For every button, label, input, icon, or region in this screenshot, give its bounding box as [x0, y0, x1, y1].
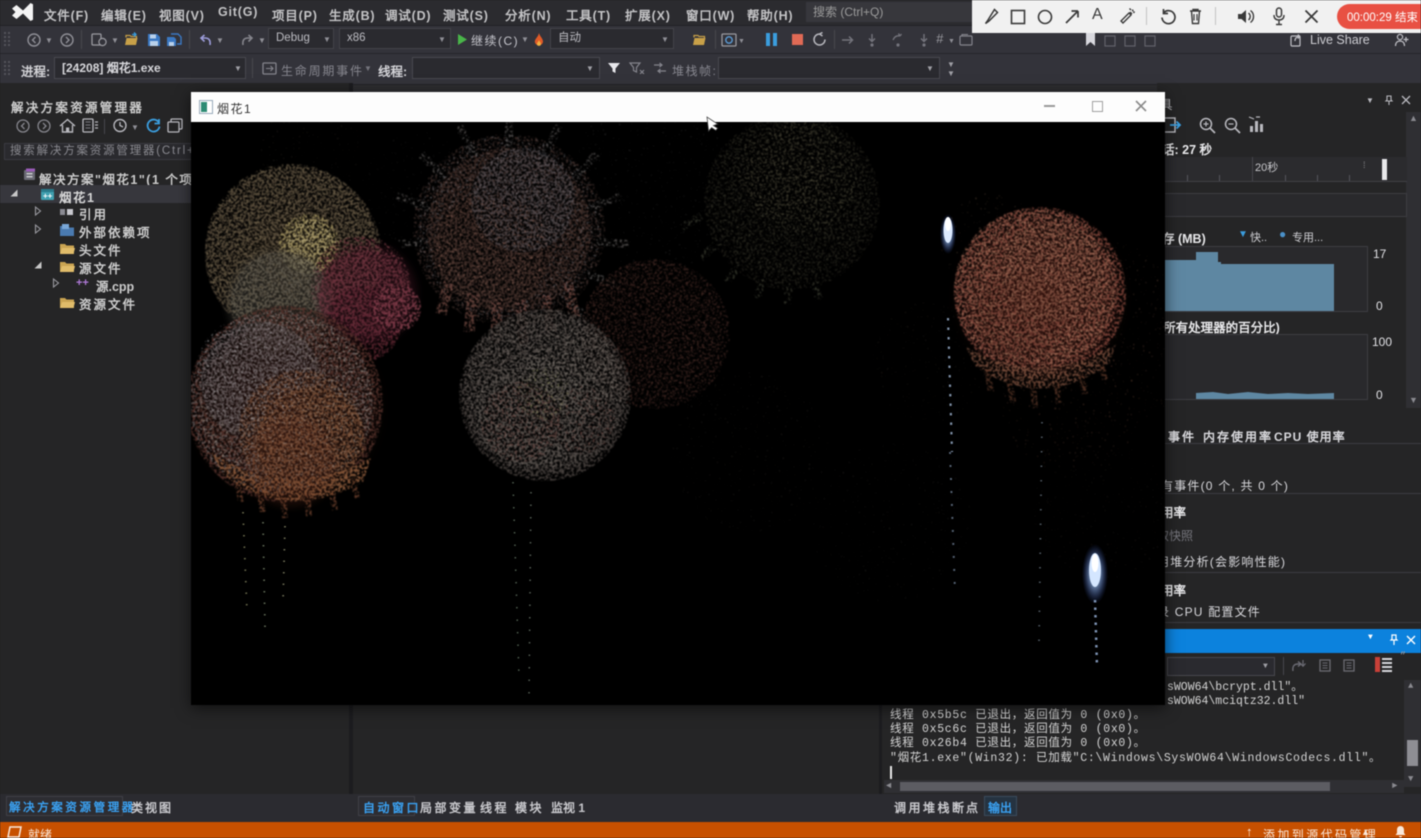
- svg-text:++: ++: [43, 192, 53, 201]
